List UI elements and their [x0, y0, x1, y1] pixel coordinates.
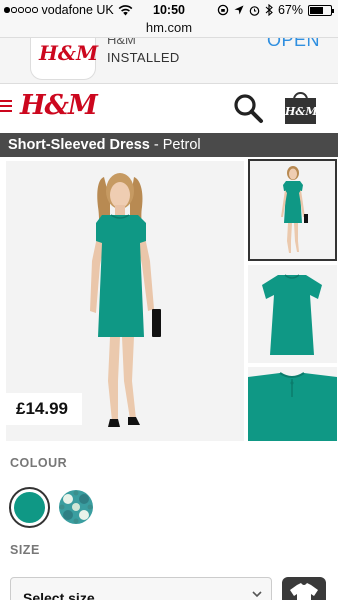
- app-install-banner[interactable]: H&M H&M INSTALLED OPEN: [0, 38, 338, 84]
- install-status: INSTALLED: [107, 50, 180, 65]
- chevron-down-icon: [252, 591, 262, 598]
- status-bar: vodafone UK 10:50 67%: [0, 0, 338, 20]
- bag-logo: H&M: [285, 105, 318, 118]
- app-icon[interactable]: H&M: [30, 38, 99, 80]
- swatch-petrol[interactable]: [9, 487, 50, 528]
- bluetooth-icon: [265, 4, 273, 16]
- address-bar[interactable]: hm.com: [0, 20, 338, 38]
- battery-percent: 67%: [277, 3, 303, 17]
- location-arrow-icon: [234, 5, 244, 15]
- alarm-clock-icon: [249, 5, 260, 16]
- patterned-swatch-image: [59, 490, 93, 524]
- open-app-button[interactable]: OPEN: [267, 38, 320, 51]
- size-select-value: Select size: [23, 590, 95, 600]
- size-select[interactable]: Select size: [10, 577, 272, 600]
- size-guide-button[interactable]: [282, 577, 326, 600]
- swatch-patterned[interactable]: [59, 490, 93, 524]
- url-text: hm.com: [145, 20, 193, 35]
- product-name: Short-Sleeved Dress: [8, 137, 150, 153]
- site-header: H&M H&M: [0, 84, 338, 132]
- tshirt-icon: [290, 583, 318, 600]
- thumbnail-model[interactable]: [248, 159, 337, 261]
- title-separator: -: [149, 137, 163, 153]
- price-tag: £14.99: [6, 393, 82, 425]
- thumbnail-dress-image: [262, 274, 322, 355]
- battery-icon: [308, 4, 334, 16]
- rotation-lock-icon: [217, 4, 229, 16]
- search-icon[interactable]: [232, 92, 264, 124]
- product-colour-name: Petrol: [162, 137, 201, 153]
- status-right: 67%: [217, 3, 334, 17]
- app-logo: H&M: [39, 41, 99, 65]
- product-title-bar: Short-Sleeved Dress - Petrol: [0, 133, 338, 157]
- size-label: SIZE: [10, 543, 40, 557]
- hamburger-menu-icon[interactable]: [0, 100, 12, 114]
- hm-logo[interactable]: H&M: [20, 90, 98, 121]
- thumbnail-dress-detail[interactable]: [248, 367, 337, 441]
- colour-label: COLOUR: [10, 456, 68, 470]
- shopping-bag-icon[interactable]: H&M: [285, 92, 318, 124]
- thumbnail-dress-flat[interactable]: [248, 265, 337, 363]
- thumbnail-model-image: [281, 166, 308, 253]
- product-price: £14.99: [16, 399, 68, 418]
- thumbnail-detail-image: [248, 372, 337, 441]
- app-name: H&M: [107, 38, 136, 47]
